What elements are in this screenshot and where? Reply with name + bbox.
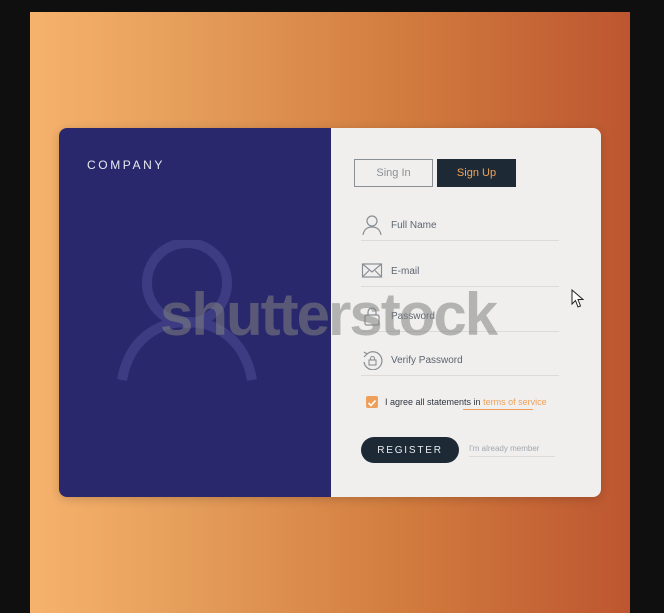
brand-panel: COMPANY <box>59 128 331 497</box>
form-panel: Sing In Sign Up Full Name E-mail Passwor… <box>331 128 601 497</box>
full-name-label: Full Name <box>391 220 437 231</box>
terms-link[interactable]: terms of service <box>483 397 547 407</box>
lock-icon <box>364 307 380 326</box>
mouse-cursor-icon <box>571 289 585 308</box>
register-button[interactable]: REGISTER <box>361 437 459 463</box>
refresh-lock-icon <box>363 351 383 370</box>
company-name: COMPANY <box>87 158 165 172</box>
tab-sign-in[interactable]: Sing In <box>354 159 433 187</box>
email-field[interactable]: E-mail <box>361 257 559 287</box>
already-member-link[interactable]: I'm already member <box>469 444 555 457</box>
tab-sign-up[interactable]: Sign Up <box>437 159 516 187</box>
envelope-icon <box>361 263 383 278</box>
verify-password-field[interactable]: Verify Password <box>361 346 559 376</box>
user-icon <box>362 215 382 235</box>
password-label: Password <box>391 311 435 322</box>
terms-underline <box>463 409 533 410</box>
terms-agreement: I agree all statements in terms of servi… <box>366 396 562 410</box>
signup-card: COMPANY Sing In Sign Up Full Name E-mail <box>59 128 601 497</box>
verify-password-label: Verify Password <box>391 355 463 366</box>
agree-text: I agree all statements in <box>385 397 481 407</box>
user-avatar-icon <box>117 240 257 382</box>
checkmark-icon <box>367 399 377 407</box>
full-name-field[interactable]: Full Name <box>361 211 559 241</box>
agree-checkbox[interactable] <box>366 396 378 408</box>
email-label: E-mail <box>391 266 420 277</box>
password-field[interactable]: Password <box>361 302 559 332</box>
